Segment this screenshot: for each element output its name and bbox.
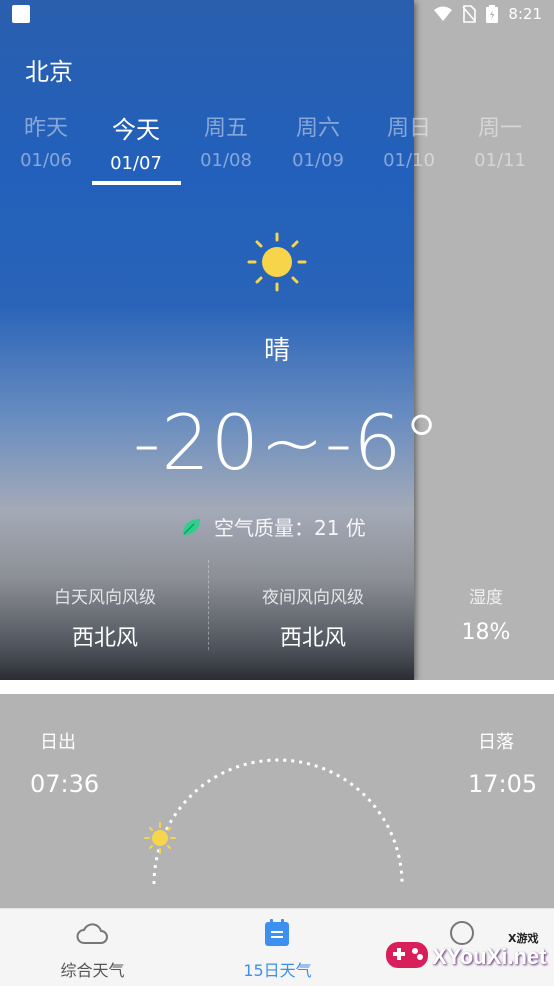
battery-icon [486, 5, 499, 23]
status-bar: 8:21 [0, 0, 554, 30]
city-name[interactable]: 北京 [25, 52, 73, 87]
no-sim-icon [462, 5, 477, 23]
sunrise-label: 日出 [40, 732, 76, 753]
gamepad-logo-icon [386, 942, 428, 968]
nav-overall-weather[interactable]: 综合天气 [0, 909, 185, 986]
day-tabs: 昨天 01/06 今天 01/07 周五 01/08 周六 01/09 周日 0… [0, 110, 554, 190]
day-tab-today[interactable]: 今天 01/07 [90, 110, 182, 174]
calendar-icon [265, 919, 289, 946]
day-name: 周六 [295, 116, 340, 141]
section-gap [0, 680, 554, 694]
day-tab-sat[interactable]: 周六 01/09 [272, 110, 364, 171]
humidity-value: 18% [461, 620, 511, 645]
sun-path-arc [144, 758, 404, 885]
sunset-time: 17:05 [468, 770, 538, 798]
day-tab-mon[interactable]: 周一 01/11 [454, 110, 546, 171]
nav-label: 综合天气 [60, 961, 125, 980]
day-name: 周一 [477, 116, 522, 141]
active-tab-underline [92, 181, 181, 185]
day-name: 周日 [386, 116, 431, 141]
sun-icon [247, 232, 307, 292]
cloud-icon [76, 923, 108, 944]
day-date: 01/08 [200, 150, 252, 171]
day-tab-yesterday[interactable]: 昨天 01/06 [0, 110, 92, 171]
sunset-label: 日落 [478, 732, 514, 753]
sunrise-time: 07:36 [30, 770, 100, 798]
day-date: 01/09 [292, 150, 344, 171]
weather-condition: 晴 [263, 336, 290, 366]
day-tab-fri[interactable]: 周五 01/08 [180, 110, 272, 171]
temperature-range: -20~-6° [133, 398, 442, 487]
day-name: 昨天 [23, 116, 68, 141]
humidity: 湿度 18% [440, 583, 532, 645]
notification-icon [12, 5, 30, 23]
nav-15-day-weather[interactable]: 15日天气 [185, 909, 370, 986]
watermark: X游戏 XYouXi.net [380, 924, 554, 986]
night-wind-value: 西北风 [279, 626, 346, 651]
humidity-label: 湿度 [469, 588, 503, 608]
nav-label: 15日天气 [243, 961, 312, 980]
day-tab-sun[interactable]: 周日 01/10 [363, 110, 455, 171]
day-date: 01/06 [20, 150, 72, 171]
weather-card [0, 0, 414, 680]
wifi-icon [434, 6, 453, 21]
wind-divider [208, 560, 209, 650]
status-time: 8:21 [508, 5, 542, 23]
day-date: 01/11 [474, 150, 526, 171]
sunrise-sunset-panel: 日出 07:36 日落 17:05 [0, 694, 554, 908]
night-wind-label: 夜间风向风级 [262, 588, 364, 608]
status-icons: 8:21 [434, 5, 542, 23]
watermark-text: XYouXi.net [432, 944, 547, 969]
day-wind-value: 西北风 [71, 626, 138, 651]
night-wind: 夜间风向风级 西北风 [248, 583, 378, 652]
air-quality: 空气质量：21 优 [180, 512, 366, 541]
day-date: 01/07 [110, 153, 162, 174]
day-wind-label: 白天风向风级 [54, 588, 156, 608]
day-name: 今天 [112, 116, 160, 144]
air-quality-text: 空气质量：21 优 [214, 516, 366, 540]
leaf-icon [183, 518, 200, 535]
day-name: 周五 [203, 116, 248, 141]
sun-position-icon [144, 822, 176, 854]
day-wind: 白天风向风级 西北风 [40, 583, 170, 652]
day-date: 01/10 [383, 150, 435, 171]
